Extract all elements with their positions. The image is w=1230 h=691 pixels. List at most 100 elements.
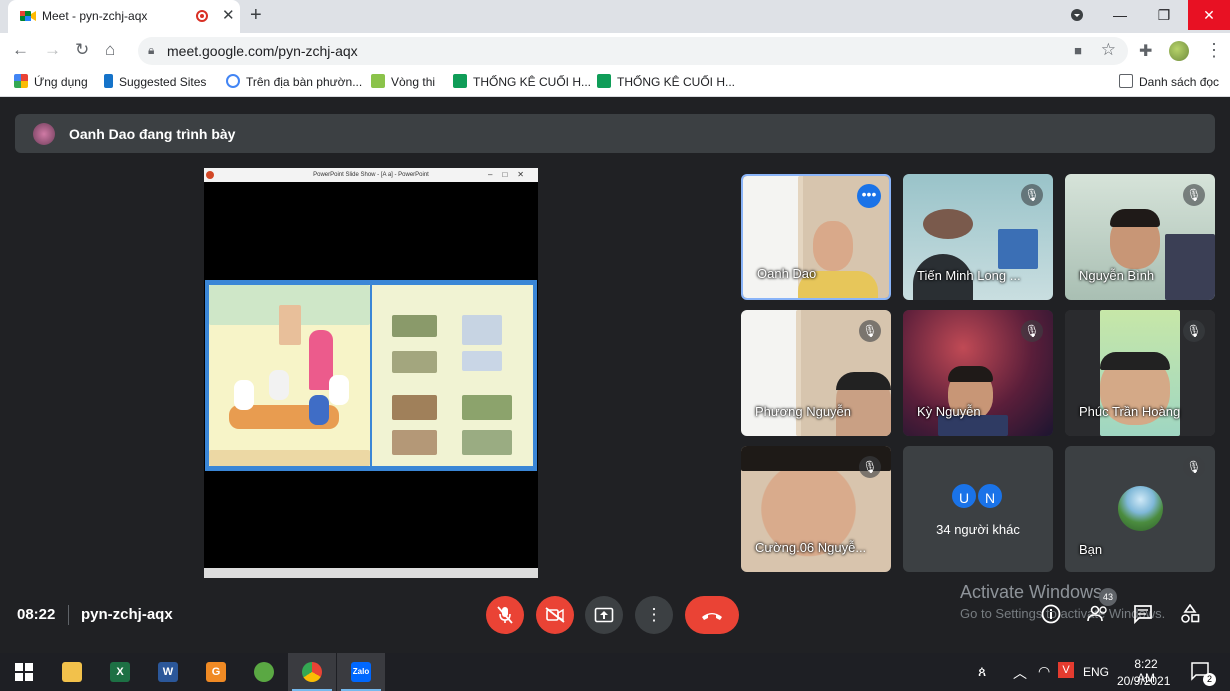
close-window-icon[interactable]: ✕ xyxy=(1188,0,1230,30)
participant-tile-ky-nguyen[interactable]: 🎙︎ Kỳ Nguyễn xyxy=(903,310,1053,436)
camera-toggle-button[interactable] xyxy=(536,596,574,634)
extensions-puzzle-icon[interactable]: ✚ xyxy=(1139,41,1152,61)
presenting-banner: Oanh Dao đang trình bày xyxy=(15,114,1215,153)
mic-off-icon xyxy=(497,606,513,624)
home-icon[interactable]: ⌂ xyxy=(105,40,115,60)
profile-dropdown-icon[interactable] xyxy=(1057,0,1097,30)
taskbar-excel[interactable]: X xyxy=(96,653,144,691)
activate-windows-title: Activate Windows xyxy=(960,582,1103,602)
reload-icon[interactable]: ↻ xyxy=(75,40,89,60)
input-language[interactable]: ENG xyxy=(1083,665,1109,679)
reading-list-icon xyxy=(1119,74,1133,88)
coccoc-browser-icon xyxy=(254,662,274,682)
presenter-avatar xyxy=(33,123,55,145)
reading-list[interactable]: Danh sách đọc xyxy=(1119,74,1219,89)
people-tray-icon[interactable]: ጰ xyxy=(978,663,986,680)
browser-toolbar: ← → ↻ ⌂ 🔒︎ meet.google.com/pyn-zchj-aqx … xyxy=(0,33,1230,67)
self-avatar xyxy=(1118,486,1163,531)
taskbar-zalo[interactable]: Zalo xyxy=(337,653,385,691)
mic-muted-icon: 🎙︎ xyxy=(859,456,881,478)
folder-icon xyxy=(62,662,82,682)
present-screen-button[interactable] xyxy=(585,596,623,634)
meeting-details-icon[interactable] xyxy=(1041,604,1061,629)
unikey-v-icon[interactable]: V xyxy=(1058,662,1074,678)
taskbar-foxit[interactable]: G xyxy=(192,653,240,691)
avatar-initial-n: N xyxy=(976,482,1004,510)
browser-tab-strip: Meet - pyn-zchj-aqx ✕ + — ❐ ✕ xyxy=(0,0,1230,33)
wifi-icon[interactable]: ◠ xyxy=(1038,663,1050,680)
bookmark-thong-ke-1[interactable]: THỐNG KÊ CUỐI H... xyxy=(453,74,591,89)
participant-tile-oanh-dao[interactable]: ••• Oanh Dao xyxy=(741,174,891,300)
browser-menu-icon[interactable]: ⋮ xyxy=(1205,40,1223,61)
participant-tile-phuong-nguyen[interactable]: 🎙︎ Phương Nguyễn xyxy=(741,310,891,436)
word-icon: W xyxy=(158,662,178,682)
participant-name: Cường.06 Nguyễ... xyxy=(755,540,867,555)
people-count-badge: 43 xyxy=(1099,588,1117,606)
slide-illustration-classroom xyxy=(209,285,370,466)
close-tab-icon[interactable]: ✕ xyxy=(222,6,235,24)
leave-call-button[interactable] xyxy=(685,596,739,634)
profile-avatar[interactable] xyxy=(1169,41,1189,61)
more-options-button[interactable]: ⋮ xyxy=(635,596,673,634)
chat-icon[interactable] xyxy=(1133,604,1153,629)
people-icon[interactable] xyxy=(1087,604,1109,627)
camera-in-use-icon[interactable]: ■ xyxy=(1074,43,1082,58)
present-icon xyxy=(594,607,614,623)
participant-tile-self[interactable]: 🎙︎ Bạn xyxy=(1065,446,1215,572)
url-text: meet.google.com/pyn-zchj-aqx xyxy=(167,43,358,59)
slide-photo-grid xyxy=(372,285,533,466)
participant-tile-others[interactable]: U N 34 người khác xyxy=(903,446,1053,572)
activities-icon[interactable] xyxy=(1180,603,1200,629)
mic-toggle-button[interactable] xyxy=(486,596,524,634)
participant-tile-cuong[interactable]: 🎙︎ Cường.06 Nguyễ... xyxy=(741,446,891,572)
excel-icon: X xyxy=(110,662,130,682)
participant-name: Phúc Trần Hoàng xyxy=(1079,404,1181,419)
taskbar-file-explorer[interactable] xyxy=(48,653,96,691)
bookmark-tren-dia-ban[interactable]: Trên địa bàn phườn... xyxy=(226,74,362,89)
participant-tile-nguyen-binh[interactable]: 🎙︎ Nguyễn Bình xyxy=(1065,174,1215,300)
bookmark-vong-thi[interactable]: Vòng thi xyxy=(371,74,435,89)
meeting-code: pyn-zchj-aqx xyxy=(81,606,173,623)
participant-tile-phuc-tran-hoang[interactable]: 🎙︎ Phúc Trần Hoàng xyxy=(1065,310,1215,436)
more-options-icon[interactable]: ••• xyxy=(857,184,881,208)
bookmark-thong-ke-2[interactable]: THỐNG KÊ CUỐI H... xyxy=(597,74,735,89)
google-icon xyxy=(226,74,240,88)
forward-icon[interactable]: → xyxy=(44,40,61,60)
address-bar[interactable]: 🔒︎ meet.google.com/pyn-zchj-aqx ■ ☆ xyxy=(138,37,1128,65)
taskbar-chrome[interactable] xyxy=(288,653,336,691)
restore-window-icon[interactable]: ❐ xyxy=(1144,0,1184,30)
back-icon[interactable]: ← xyxy=(12,40,29,60)
bookmark-star-icon[interactable]: ☆ xyxy=(1101,40,1116,60)
minimize-window-icon[interactable]: — xyxy=(1100,0,1140,30)
browser-tab-meet[interactable]: Meet - pyn-zchj-aqx ✕ xyxy=(8,0,240,33)
show-hidden-icons-chevron-icon[interactable]: ︿ xyxy=(1013,663,1027,683)
divider xyxy=(68,605,69,625)
participant-name: Tiến Minh Long ... xyxy=(917,268,1021,283)
bookmarks-bar: Ứng dụng Suggested Sites Trên địa bàn ph… xyxy=(0,67,1230,97)
participant-name: Nguyễn Bình xyxy=(1079,268,1155,283)
bookmark-apps[interactable]: Ứng dụng xyxy=(14,74,88,89)
camera-off-icon xyxy=(545,607,565,623)
meet-favicon-icon xyxy=(20,11,36,21)
apps-grid-icon xyxy=(14,74,28,88)
powerpoint-icon xyxy=(206,171,214,179)
taskbar-word[interactable]: W xyxy=(144,653,192,691)
participant-tile-tien-minh-long[interactable]: 🎙︎ Tiến Minh Long ... xyxy=(903,174,1053,300)
notification-count-badge: 2 xyxy=(1203,673,1216,686)
participant-name: Kỳ Nguyễn xyxy=(917,404,981,419)
meeting-clock: 08:22 xyxy=(17,606,56,623)
new-tab-button[interactable]: + xyxy=(250,4,262,27)
presentation-view[interactable]: PowerPoint Slide Show - [A a] - PowerPoi… xyxy=(204,168,538,578)
sprout-icon xyxy=(371,74,385,88)
slide-content xyxy=(205,280,537,471)
foxit-reader-icon: G xyxy=(206,662,226,682)
powerpoint-titlebar: PowerPoint Slide Show - [A a] - PowerPoi… xyxy=(204,168,538,182)
bookmark-suggested-sites[interactable]: Suggested Sites xyxy=(104,74,206,89)
zalo-icon: Zalo xyxy=(351,662,371,682)
start-button[interactable] xyxy=(0,653,48,691)
taskbar-coccoc[interactable] xyxy=(240,653,288,691)
presenting-text: Oanh Dao đang trình bày xyxy=(69,126,236,142)
mic-muted-icon: 🎙︎ xyxy=(1021,184,1043,206)
windows-logo-icon xyxy=(15,663,33,681)
tray-clock-date[interactable]: 20/9/2021 xyxy=(1117,674,1170,688)
